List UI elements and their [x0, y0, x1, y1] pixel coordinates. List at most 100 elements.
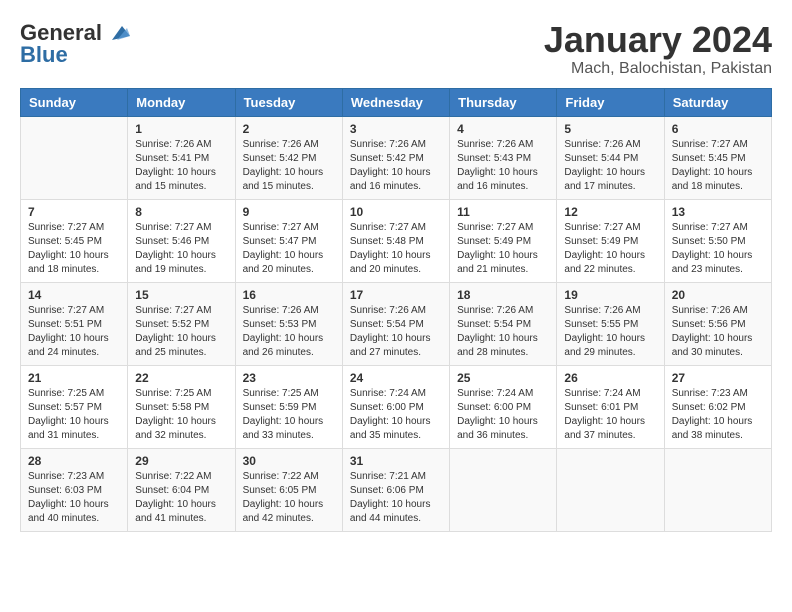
day-cell: 13 Sunrise: 7:27 AMSunset: 5:50 PMDaylig…: [664, 199, 771, 282]
col-header-wednesday: Wednesday: [342, 88, 449, 116]
day-cell: 14 Sunrise: 7:27 AMSunset: 5:51 PMDaylig…: [21, 282, 128, 365]
day-info: Sunrise: 7:22 AMSunset: 6:04 PMDaylight:…: [135, 470, 227, 526]
day-cell: 24 Sunrise: 7:24 AMSunset: 6:00 PMDaylig…: [342, 365, 449, 448]
day-info: Sunrise: 7:26 AMSunset: 5:54 PMDaylight:…: [350, 304, 442, 360]
logo: General Blue: [20, 20, 132, 68]
day-cell: 10 Sunrise: 7:27 AMSunset: 5:48 PMDaylig…: [342, 199, 449, 282]
day-number: 6: [672, 122, 764, 136]
day-info: Sunrise: 7:26 AMSunset: 5:54 PMDaylight:…: [457, 304, 549, 360]
day-number: 10: [350, 205, 442, 219]
day-info: Sunrise: 7:23 AMSunset: 6:03 PMDaylight:…: [28, 470, 120, 526]
day-info: Sunrise: 7:21 AMSunset: 6:06 PMDaylight:…: [350, 470, 442, 526]
day-cell: 2 Sunrise: 7:26 AMSunset: 5:42 PMDayligh…: [235, 116, 342, 199]
day-cell: 6 Sunrise: 7:27 AMSunset: 5:45 PMDayligh…: [664, 116, 771, 199]
day-cell: 18 Sunrise: 7:26 AMSunset: 5:54 PMDaylig…: [450, 282, 557, 365]
header-row: SundayMondayTuesdayWednesdayThursdayFrid…: [21, 88, 772, 116]
day-number: 14: [28, 288, 120, 302]
day-number: 22: [135, 371, 227, 385]
day-info: Sunrise: 7:26 AMSunset: 5:42 PMDaylight:…: [243, 138, 335, 194]
day-number: 25: [457, 371, 549, 385]
day-info: Sunrise: 7:27 AMSunset: 5:48 PMDaylight:…: [350, 221, 442, 277]
day-number: 4: [457, 122, 549, 136]
day-info: Sunrise: 7:26 AMSunset: 5:44 PMDaylight:…: [564, 138, 656, 194]
day-info: Sunrise: 7:26 AMSunset: 5:41 PMDaylight:…: [135, 138, 227, 194]
col-header-sunday: Sunday: [21, 88, 128, 116]
day-info: Sunrise: 7:22 AMSunset: 6:05 PMDaylight:…: [243, 470, 335, 526]
day-number: 31: [350, 454, 442, 468]
day-number: 11: [457, 205, 549, 219]
day-info: Sunrise: 7:25 AMSunset: 5:58 PMDaylight:…: [135, 387, 227, 443]
col-header-monday: Monday: [128, 88, 235, 116]
day-number: 3: [350, 122, 442, 136]
day-cell: 5 Sunrise: 7:26 AMSunset: 5:44 PMDayligh…: [557, 116, 664, 199]
day-info: Sunrise: 7:25 AMSunset: 5:59 PMDaylight:…: [243, 387, 335, 443]
day-number: 13: [672, 205, 764, 219]
day-number: 24: [350, 371, 442, 385]
day-info: Sunrise: 7:24 AMSunset: 6:00 PMDaylight:…: [350, 387, 442, 443]
day-cell: 8 Sunrise: 7:27 AMSunset: 5:46 PMDayligh…: [128, 199, 235, 282]
day-number: 20: [672, 288, 764, 302]
day-number: 23: [243, 371, 335, 385]
day-cell: 4 Sunrise: 7:26 AMSunset: 5:43 PMDayligh…: [450, 116, 557, 199]
main-title: January 2024: [544, 20, 772, 60]
day-info: Sunrise: 7:26 AMSunset: 5:55 PMDaylight:…: [564, 304, 656, 360]
day-info: Sunrise: 7:27 AMSunset: 5:50 PMDaylight:…: [672, 221, 764, 277]
day-number: 7: [28, 205, 120, 219]
day-cell: 3 Sunrise: 7:26 AMSunset: 5:42 PMDayligh…: [342, 116, 449, 199]
day-cell: 12 Sunrise: 7:27 AMSunset: 5:49 PMDaylig…: [557, 199, 664, 282]
logo-blue: Blue: [20, 42, 68, 68]
day-cell: 11 Sunrise: 7:27 AMSunset: 5:49 PMDaylig…: [450, 199, 557, 282]
day-cell: 31 Sunrise: 7:21 AMSunset: 6:06 PMDaylig…: [342, 448, 449, 531]
day-cell: 17 Sunrise: 7:26 AMSunset: 5:54 PMDaylig…: [342, 282, 449, 365]
day-number: 5: [564, 122, 656, 136]
day-cell: 26 Sunrise: 7:24 AMSunset: 6:01 PMDaylig…: [557, 365, 664, 448]
day-number: 8: [135, 205, 227, 219]
day-info: Sunrise: 7:23 AMSunset: 6:02 PMDaylight:…: [672, 387, 764, 443]
day-number: 21: [28, 371, 120, 385]
day-info: Sunrise: 7:27 AMSunset: 5:45 PMDaylight:…: [672, 138, 764, 194]
day-number: 26: [564, 371, 656, 385]
day-number: 2: [243, 122, 335, 136]
day-info: Sunrise: 7:27 AMSunset: 5:47 PMDaylight:…: [243, 221, 335, 277]
day-cell: 25 Sunrise: 7:24 AMSunset: 6:00 PMDaylig…: [450, 365, 557, 448]
day-cell: 15 Sunrise: 7:27 AMSunset: 5:52 PMDaylig…: [128, 282, 235, 365]
col-header-saturday: Saturday: [664, 88, 771, 116]
week-row-3: 14 Sunrise: 7:27 AMSunset: 5:51 PMDaylig…: [21, 282, 772, 365]
day-number: 1: [135, 122, 227, 136]
day-cell: 7 Sunrise: 7:27 AMSunset: 5:45 PMDayligh…: [21, 199, 128, 282]
day-cell: [450, 448, 557, 531]
week-row-1: 1 Sunrise: 7:26 AMSunset: 5:41 PMDayligh…: [21, 116, 772, 199]
week-row-2: 7 Sunrise: 7:27 AMSunset: 5:45 PMDayligh…: [21, 199, 772, 282]
day-info: Sunrise: 7:26 AMSunset: 5:53 PMDaylight:…: [243, 304, 335, 360]
day-cell: 29 Sunrise: 7:22 AMSunset: 6:04 PMDaylig…: [128, 448, 235, 531]
day-cell: 23 Sunrise: 7:25 AMSunset: 5:59 PMDaylig…: [235, 365, 342, 448]
week-row-5: 28 Sunrise: 7:23 AMSunset: 6:03 PMDaylig…: [21, 448, 772, 531]
header: General Blue January 2024 Mach, Balochis…: [20, 20, 772, 78]
subtitle: Mach, Balochistan, Pakistan: [544, 60, 772, 78]
day-cell: [664, 448, 771, 531]
day-number: 19: [564, 288, 656, 302]
col-header-tuesday: Tuesday: [235, 88, 342, 116]
week-row-4: 21 Sunrise: 7:25 AMSunset: 5:57 PMDaylig…: [21, 365, 772, 448]
day-info: Sunrise: 7:26 AMSunset: 5:56 PMDaylight:…: [672, 304, 764, 360]
day-cell: 27 Sunrise: 7:23 AMSunset: 6:02 PMDaylig…: [664, 365, 771, 448]
day-info: Sunrise: 7:27 AMSunset: 5:51 PMDaylight:…: [28, 304, 120, 360]
day-cell: 30 Sunrise: 7:22 AMSunset: 6:05 PMDaylig…: [235, 448, 342, 531]
day-number: 27: [672, 371, 764, 385]
day-number: 18: [457, 288, 549, 302]
day-number: 16: [243, 288, 335, 302]
day-number: 17: [350, 288, 442, 302]
col-header-friday: Friday: [557, 88, 664, 116]
day-info: Sunrise: 7:25 AMSunset: 5:57 PMDaylight:…: [28, 387, 120, 443]
day-cell: 1 Sunrise: 7:26 AMSunset: 5:41 PMDayligh…: [128, 116, 235, 199]
day-cell: 16 Sunrise: 7:26 AMSunset: 5:53 PMDaylig…: [235, 282, 342, 365]
day-number: 29: [135, 454, 227, 468]
day-number: 30: [243, 454, 335, 468]
day-info: Sunrise: 7:24 AMSunset: 6:01 PMDaylight:…: [564, 387, 656, 443]
day-cell: [21, 116, 128, 199]
day-cell: 19 Sunrise: 7:26 AMSunset: 5:55 PMDaylig…: [557, 282, 664, 365]
day-info: Sunrise: 7:27 AMSunset: 5:45 PMDaylight:…: [28, 221, 120, 277]
day-info: Sunrise: 7:24 AMSunset: 6:00 PMDaylight:…: [457, 387, 549, 443]
day-info: Sunrise: 7:27 AMSunset: 5:46 PMDaylight:…: [135, 221, 227, 277]
col-header-thursday: Thursday: [450, 88, 557, 116]
